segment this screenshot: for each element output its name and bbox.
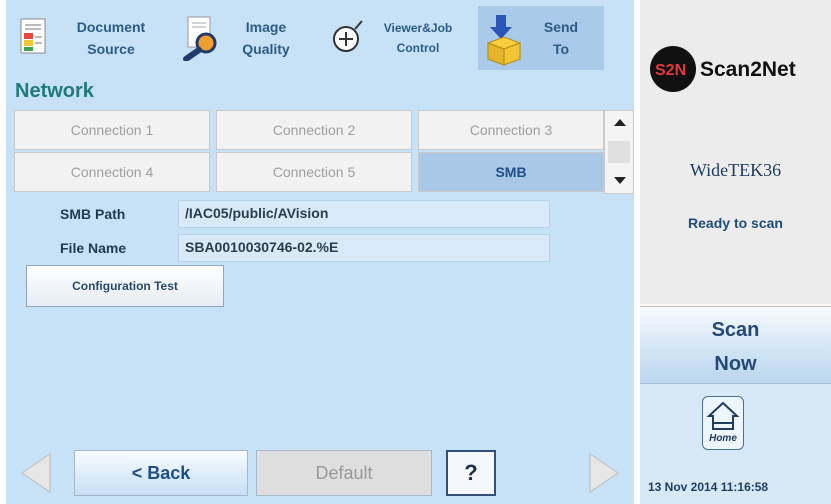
home-button[interactable]: Home (702, 396, 744, 450)
tab-scrollbar[interactable] (604, 110, 634, 194)
status-text: Ready to scan (688, 215, 783, 231)
smb-settings-panel: SMB Path /IAC05/public/AVision File Name… (14, 196, 634, 442)
scan-now-line2: Now (714, 353, 757, 375)
image-quality-line2: Quality (242, 41, 290, 57)
tab-connection-2[interactable]: Connection 2 (216, 110, 412, 150)
status-panel-bottom: Home 13 Nov 2014 11:16:58 (640, 384, 831, 504)
image-quality-button[interactable]: Image Quality (176, 6, 316, 70)
viewer-job-line1: Viewer&Job (383, 21, 453, 35)
send-to-line1: Send (543, 19, 579, 35)
send-to-line2: To (552, 41, 570, 57)
tab-connection-4[interactable]: Connection 4 (14, 152, 210, 192)
send-to-button[interactable]: Send To (478, 6, 604, 70)
status-panel-top: S2N Scan2Net WideTEK36 Ready to scan (640, 0, 831, 304)
home-label: Home (709, 433, 737, 444)
scan-now-line1: Scan (711, 319, 760, 341)
scroll-up-icon[interactable] (614, 119, 626, 126)
scroll-down-icon[interactable] (614, 177, 626, 184)
prev-arrow-icon[interactable] (14, 450, 68, 496)
send-box-icon (484, 15, 522, 66)
logo-name-text: Scan2Net (700, 58, 796, 81)
smb-path-label: SMB Path (60, 206, 126, 222)
home-icon (706, 401, 740, 430)
tab-smb[interactable]: SMB (418, 152, 604, 192)
document-source-line1: Document (76, 19, 146, 35)
logo-mark-text: S2N (655, 62, 686, 79)
viewer-job-control-button[interactable]: Viewer&Job Control (324, 6, 472, 70)
scroll-thumb[interactable] (608, 141, 630, 163)
scan-now-button[interactable]: Scan Now (640, 306, 831, 384)
magnifier-icon (182, 15, 217, 62)
configuration-test-button[interactable]: Configuration Test (26, 265, 224, 307)
zoom-out-icon (330, 15, 364, 61)
status-panel: S2N Scan2Net WideTEK36 Ready to scan Sca… (640, 0, 831, 504)
smb-path-field[interactable]: /IAC05/public/AVision (178, 200, 550, 228)
back-button[interactable]: < Back (74, 450, 248, 496)
section-title: Network (15, 80, 94, 102)
app-window: Document Source Image Quality Viewer&Job… (0, 0, 831, 504)
document-source-line2: Source (87, 41, 135, 57)
timestamp: 13 Nov 2014 11:16:58 (648, 480, 769, 494)
top-toolbar: Document Source Image Quality Viewer&Job… (6, 0, 634, 78)
connection-tabs: Connection 1 Connection 2 Connection 3 C… (14, 110, 604, 194)
image-quality-line1: Image (245, 19, 287, 35)
document-source-button[interactable]: Document Source (12, 6, 170, 70)
default-button[interactable]: Default (256, 450, 432, 496)
main-panel: Document Source Image Quality Viewer&Job… (6, 0, 634, 504)
viewer-job-line2: Control (396, 41, 440, 55)
file-name-label: File Name (60, 240, 127, 256)
device-name: WideTEK36 (689, 160, 782, 180)
bottom-bar: < Back Default ? (6, 442, 634, 504)
file-name-field[interactable]: SBA0010030746-02.%E (178, 234, 550, 262)
tab-connection-5[interactable]: Connection 5 (216, 152, 412, 192)
tab-connection-3[interactable]: Connection 3 (418, 110, 604, 150)
help-button[interactable]: ? (446, 450, 496, 496)
next-arrow-icon[interactable] (574, 450, 628, 496)
document-icon (18, 15, 52, 61)
tab-connection-1[interactable]: Connection 1 (14, 110, 210, 150)
scan2net-logo: S2N Scan2Net (648, 44, 831, 94)
